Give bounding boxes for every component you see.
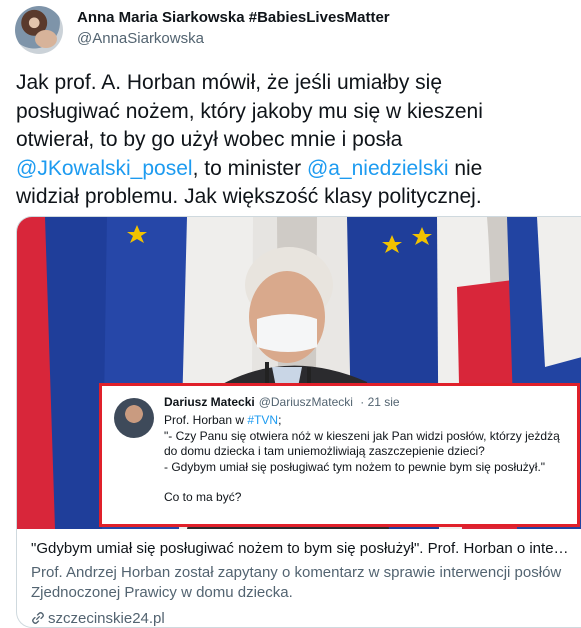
embedded-line: - Gdybym umiał się posługiwać tym nożem … [164,459,546,474]
tweet-text-fragment: , to minister [192,156,307,180]
embedded-tweet-screenshot: Dariusz Matecki @DariuszMatecki · 21 sie … [99,383,580,527]
card-image[interactable]: Dariusz Matecki @DariuszMatecki · 21 sie … [17,217,581,529]
tweet-line: @JKowalski_posel, to minister @a_niedzie… [16,155,571,184]
embedded-text: ; [278,413,282,427]
embedded-line: "- Czy Panu się otwiera nóż w kieszeni j… [164,428,560,443]
embedded-line [164,475,576,490]
author-handle[interactable]: @AnnaSiarkowska [77,30,204,47]
embedded-text: Prof. Horban w [164,413,248,427]
embedded-line: Co to ma być? [164,490,242,504]
link-icon [32,612,44,624]
card-domain[interactable]: szczecinskie24.pl [31,609,576,627]
embedded-tweet-body: Prof. Horban w #TVN; "- Czy Panu się otw… [164,413,576,506]
card-description: Prof. Andrzej Horban został zapytany o k… [31,564,562,601]
embedded-author-handle: @DariuszMatecki [258,395,353,409]
tweet-text: Jak prof. A. Horban mówił, że jeśli umia… [16,69,571,212]
link-card[interactable]: Dariusz Matecki @DariuszMatecki · 21 sie … [16,216,581,628]
hashtag-link: #TVN [247,413,279,427]
embedded-line: do domu dziecka i tam uniemożliwiają zas… [164,444,485,458]
mention-link[interactable]: @a_niedzielski [307,157,449,180]
author-avatar[interactable] [15,6,63,54]
tweet-header: Anna Maria Siarkowska #BabiesLivesMatter… [15,6,575,54]
card-domain-text: szczecinskie24.pl [48,610,165,627]
embedded-author: Dariusz Matecki @DariuszMatecki · 21 sie [164,395,400,409]
embedded-author-avatar [114,398,154,438]
card-title[interactable]: "Gdybym umiał się posługiwać nożem to by… [31,539,571,559]
embedded-author-name: Dariusz Matecki [164,395,255,409]
embedded-line: Prof. Horban w #TVN; [164,413,576,429]
tweet-line: Jak prof. A. Horban mówił, że jeśli umia… [16,71,442,94]
tweet-text-fragment: nie [448,156,483,180]
tweet-line: posługiwać nożem, który jakoby mu się w … [16,99,483,123]
mention-link[interactable]: @JKowalski_posel [16,157,193,180]
card-meta[interactable]: "Gdybym umiał się posługiwać nożem to by… [31,539,576,627]
author-display-name[interactable]: Anna Maria Siarkowska #BabiesLivesMatter [77,9,390,26]
tweet-line: otwierał, to by go użył wobec mnie i pos… [16,128,403,151]
embedded-tweet-date: · 21 sie [360,395,400,409]
tweet-line: widział problemu. Jak większość klasy po… [16,185,482,208]
